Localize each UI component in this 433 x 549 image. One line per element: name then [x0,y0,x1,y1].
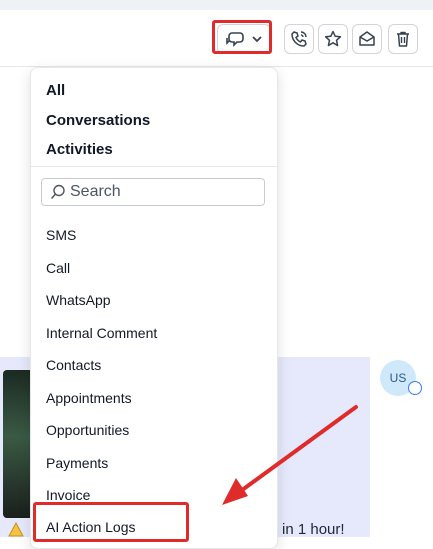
menu-item-invoice[interactable]: Invoice [46,487,90,503]
menu-item-whatsapp[interactable]: WhatsApp [46,292,111,308]
search-icon [50,184,65,199]
mail-open-icon [359,31,375,46]
search-input[interactable] [70,181,255,203]
avatar-chat-badge [408,381,422,395]
star-icon [324,30,342,47]
trash-icon [397,31,409,47]
menu-item-contacts[interactable]: Contacts [46,357,101,373]
mark-read-button[interactable] [352,24,382,54]
menu-item-appointments[interactable]: Appointments [46,390,132,406]
search-box[interactable] [41,178,265,206]
ai-action-logs-highlight [33,502,189,542]
delete-button[interactable] [388,24,418,54]
filter-dropdown-menu: All Conversations Activities SMS Call Wh… [30,67,278,549]
menu-divider [31,166,277,167]
warning-icon [8,522,24,537]
menu-item-sms[interactable]: SMS [46,227,76,243]
menu-item-call[interactable]: Call [46,260,70,276]
menu-item-opportunities[interactable]: Opportunities [46,422,129,438]
phone-icon [291,31,307,47]
menu-item-payments[interactable]: Payments [46,455,108,471]
avatar-initials: US [389,371,407,385]
star-button[interactable] [318,24,348,54]
filter-activities[interactable]: Activities [46,141,113,158]
message-image-thumbnail[interactable] [3,370,33,518]
filter-button-highlight [212,20,272,54]
menu-item-internal-comment[interactable]: Internal Comment [46,325,157,341]
top-strip [0,0,433,10]
call-button[interactable] [284,24,314,54]
message-text: in 1 hour! [282,521,345,538]
filter-all[interactable]: All [46,82,65,99]
filter-conversations[interactable]: Conversations [46,112,150,129]
